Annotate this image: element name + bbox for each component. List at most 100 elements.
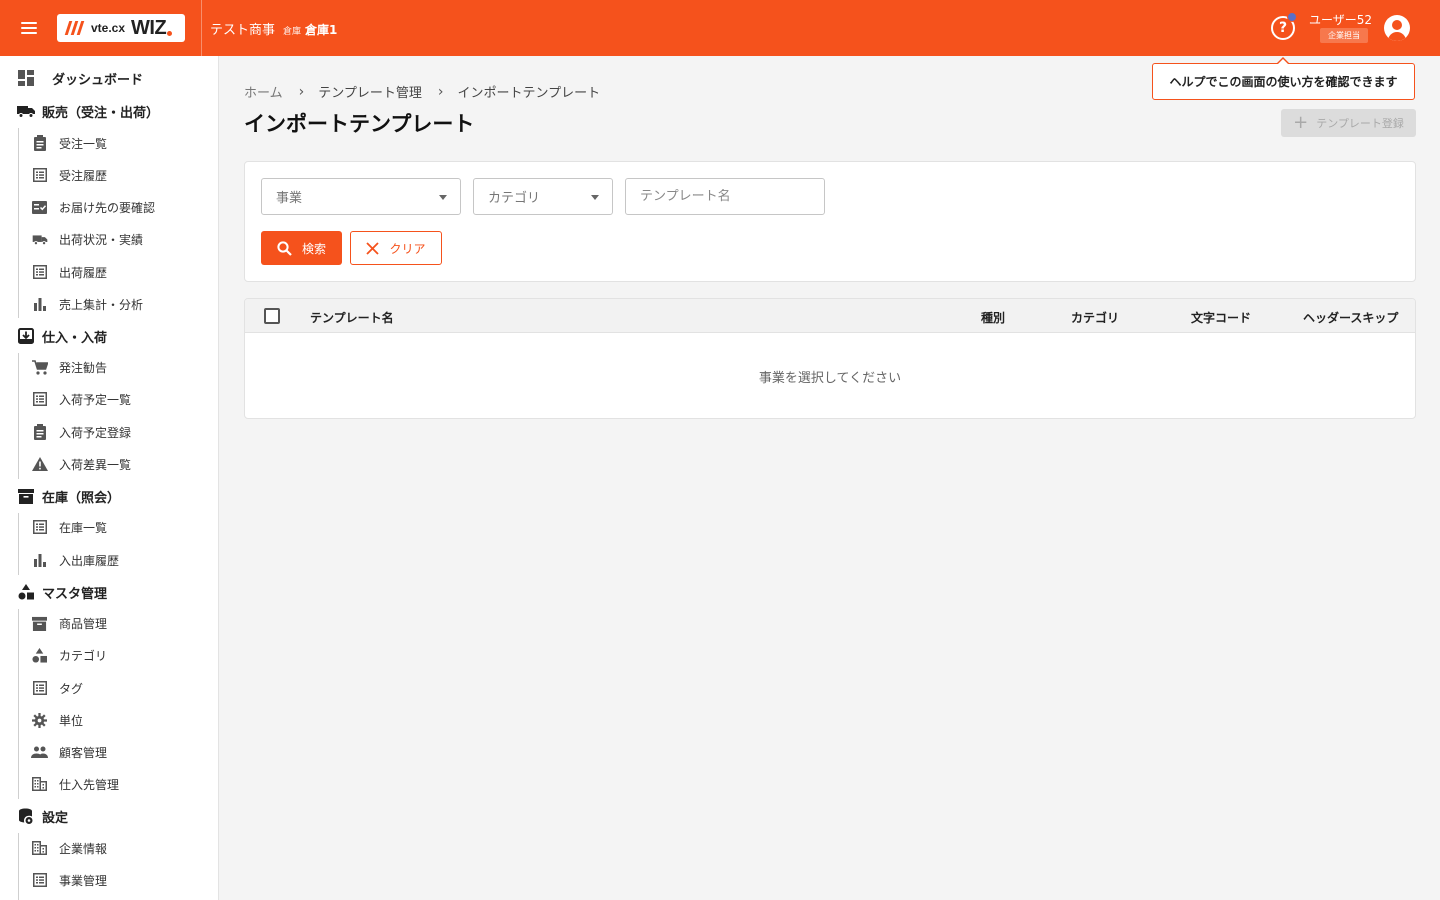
add-template-button[interactable]: + テンプレート登録 — [1281, 109, 1416, 137]
header-divider — [201, 0, 202, 56]
user-name[interactable]: ユーザー52 — [1309, 11, 1372, 28]
sidebar-item-arrival-register[interactable]: 入荷予定登録 — [0, 417, 219, 447]
sidebar-item-label: 出荷状況・実績 — [59, 232, 144, 247]
sidebar-item-units[interactable]: 単位 — [0, 705, 219, 735]
sidebar-item-label: 入荷予定一覧 — [59, 392, 132, 407]
sidebar-item-label: カテゴリ — [59, 648, 108, 663]
breadcrumb: ホーム › テンプレート管理 › インポートテンプレート — [244, 82, 601, 102]
table-header: テンプレート名 種別 カテゴリ 文字コード ヘッダースキップ — [245, 299, 1415, 333]
column-header-header-skip[interactable]: ヘッダースキップ — [1303, 309, 1398, 326]
business-select-placeholder: 事業 — [276, 191, 303, 206]
warehouse-label: 倉庫 — [283, 27, 302, 37]
bar-chart-icon — [31, 296, 48, 313]
sidebar-section-inventory[interactable]: 在庫（照会） — [0, 481, 219, 511]
sidebar: ダッシュボード 販売（受注・出荷） 受注一覧 受注履歴 お届け先の要確認 出荷状… — [0, 56, 219, 900]
logo-mark-icon — [64, 19, 85, 37]
clipboard-icon — [31, 424, 48, 441]
sidebar-item-business-management[interactable]: 事業管理 — [0, 865, 219, 895]
cart-icon — [31, 359, 48, 376]
list-icon — [31, 391, 48, 408]
clear-button[interactable]: クリア — [350, 231, 442, 265]
template-name-field[interactable] — [625, 178, 825, 215]
gear-icon — [31, 712, 48, 729]
logo-text: vte.cx — [91, 21, 126, 35]
search-panel: 事業 カテゴリ 検索 クリア — [244, 161, 1416, 282]
shapes-icon — [17, 583, 35, 601]
column-header-category[interactable]: カテゴリ — [1071, 309, 1119, 326]
sidebar-item-label: ダッシュボード — [52, 72, 144, 88]
column-header-type[interactable]: 種別 — [981, 309, 1005, 326]
sidebar-item-label: 受注一覧 — [59, 136, 108, 151]
sidebar-item-purchase-advice[interactable]: 発注勧告 — [0, 352, 219, 382]
app-header: vte.cx WIZ テスト商事 倉庫 倉庫1 ? ユーザー52 企業担当 — [0, 0, 1440, 56]
breadcrumb-current: インポートテンプレート — [457, 86, 601, 101]
building-icon — [31, 776, 48, 793]
breadcrumb-template-management[interactable]: テンプレート管理 — [318, 82, 422, 101]
clear-button-label: クリア — [389, 241, 426, 256]
sidebar-section-label: 設定 — [42, 810, 69, 826]
sidebar-item-arrival-list[interactable]: 入荷予定一覧 — [0, 384, 219, 414]
dashboard-icon — [17, 69, 35, 87]
sidebar-item-suppliers[interactable]: 仕入先管理 — [0, 769, 219, 799]
sidebar-section-label: 販売（受注・出荷） — [42, 105, 160, 121]
select-all-checkbox[interactable] — [264, 308, 280, 324]
sidebar-item-stock-history[interactable]: 入出庫履歴 — [0, 545, 219, 575]
sidebar-item-order-history[interactable]: 受注履歴 — [0, 160, 219, 190]
chevron-right-icon: › — [298, 83, 305, 100]
sidebar-section-label: 仕入・入荷 — [42, 330, 108, 346]
sidebar-item-tags[interactable]: タグ — [0, 673, 219, 703]
caret-down-icon — [591, 195, 599, 200]
sidebar-item-label: 入出庫履歴 — [59, 553, 120, 568]
business-select[interactable]: 事業 — [261, 178, 461, 215]
template-name-input[interactable] — [640, 189, 824, 204]
search-icon — [277, 240, 292, 256]
add-template-label: テンプレート登録 — [1316, 117, 1404, 130]
sidebar-item-shipping-status[interactable]: 出荷状況・実績 — [0, 224, 219, 254]
sidebar-item-delivery-check[interactable]: お届け先の要確認 — [0, 192, 219, 222]
sidebar-section-master[interactable]: マスタ管理 — [0, 577, 219, 607]
company-name: テスト商事 — [210, 23, 276, 38]
sidebar-item-label: タグ — [59, 681, 84, 696]
sidebar-item-orders[interactable]: 受注一覧 — [0, 128, 219, 158]
category-select-placeholder: カテゴリ — [488, 191, 541, 206]
search-button[interactable]: 検索 — [261, 231, 342, 265]
sidebar-item-category[interactable]: カテゴリ — [0, 640, 219, 670]
sidebar-section-purchasing[interactable]: 仕入・入荷 — [0, 321, 219, 351]
template-table: テンプレート名 種別 カテゴリ 文字コード ヘッダースキップ 事業を選択してくだ… — [244, 298, 1416, 419]
category-select[interactable]: カテゴリ — [473, 178, 613, 215]
list-icon — [31, 519, 48, 536]
sidebar-item-label: 顧客管理 — [59, 745, 108, 760]
sidebar-item-shipping-history[interactable]: 出荷履歴 — [0, 257, 219, 287]
column-header-charset[interactable]: 文字コード — [1191, 309, 1251, 326]
sidebar-item-dashboard[interactable]: ダッシュボード — [0, 63, 219, 93]
sidebar-item-label: 在庫一覧 — [59, 520, 108, 535]
sidebar-item-label: 企業情報 — [59, 841, 108, 856]
sidebar-section-sales[interactable]: 販売（受注・出荷） — [0, 96, 219, 126]
menu-icon[interactable] — [18, 16, 42, 40]
people-icon — [31, 744, 48, 761]
sidebar-item-customers[interactable]: 顧客管理 — [0, 737, 219, 767]
user-role-badge: 企業担当 — [1320, 28, 1368, 43]
help-tooltip-text: ヘルプでこの画面の使い方を確認できます — [1169, 75, 1398, 89]
notification-dot — [1287, 12, 1297, 22]
column-header-template-name[interactable]: テンプレート名 — [310, 309, 394, 326]
plus-icon: + — [1293, 112, 1309, 133]
help-tooltip: ヘルプでこの画面の使い方を確認できます — [1152, 63, 1415, 100]
shapes-icon — [31, 647, 48, 664]
tooltip-arrow-inner — [1277, 59, 1289, 65]
breadcrumb-home[interactable]: ホーム — [244, 82, 283, 101]
settings-db-icon — [17, 807, 35, 825]
sidebar-item-products[interactable]: 商品管理 — [0, 608, 219, 638]
sidebar-item-company-info[interactable]: 企業情報 — [0, 833, 219, 863]
sidebar-section-settings[interactable]: 設定 — [0, 801, 219, 831]
inbox-icon — [17, 327, 35, 345]
account-avatar-icon[interactable] — [1384, 15, 1410, 41]
sidebar-item-stock-list[interactable]: 在庫一覧 — [0, 512, 219, 542]
sidebar-item-sales-analysis[interactable]: 売上集計・分析 — [0, 289, 219, 319]
app-logo[interactable]: vte.cx WIZ — [57, 14, 185, 42]
list-icon — [31, 167, 48, 184]
clipboard-icon — [31, 135, 48, 152]
sidebar-item-arrival-diff[interactable]: 入荷差異一覧 — [0, 449, 219, 479]
search-button-label: 検索 — [301, 241, 326, 256]
sidebar-item-label: 発注勧告 — [59, 360, 108, 375]
